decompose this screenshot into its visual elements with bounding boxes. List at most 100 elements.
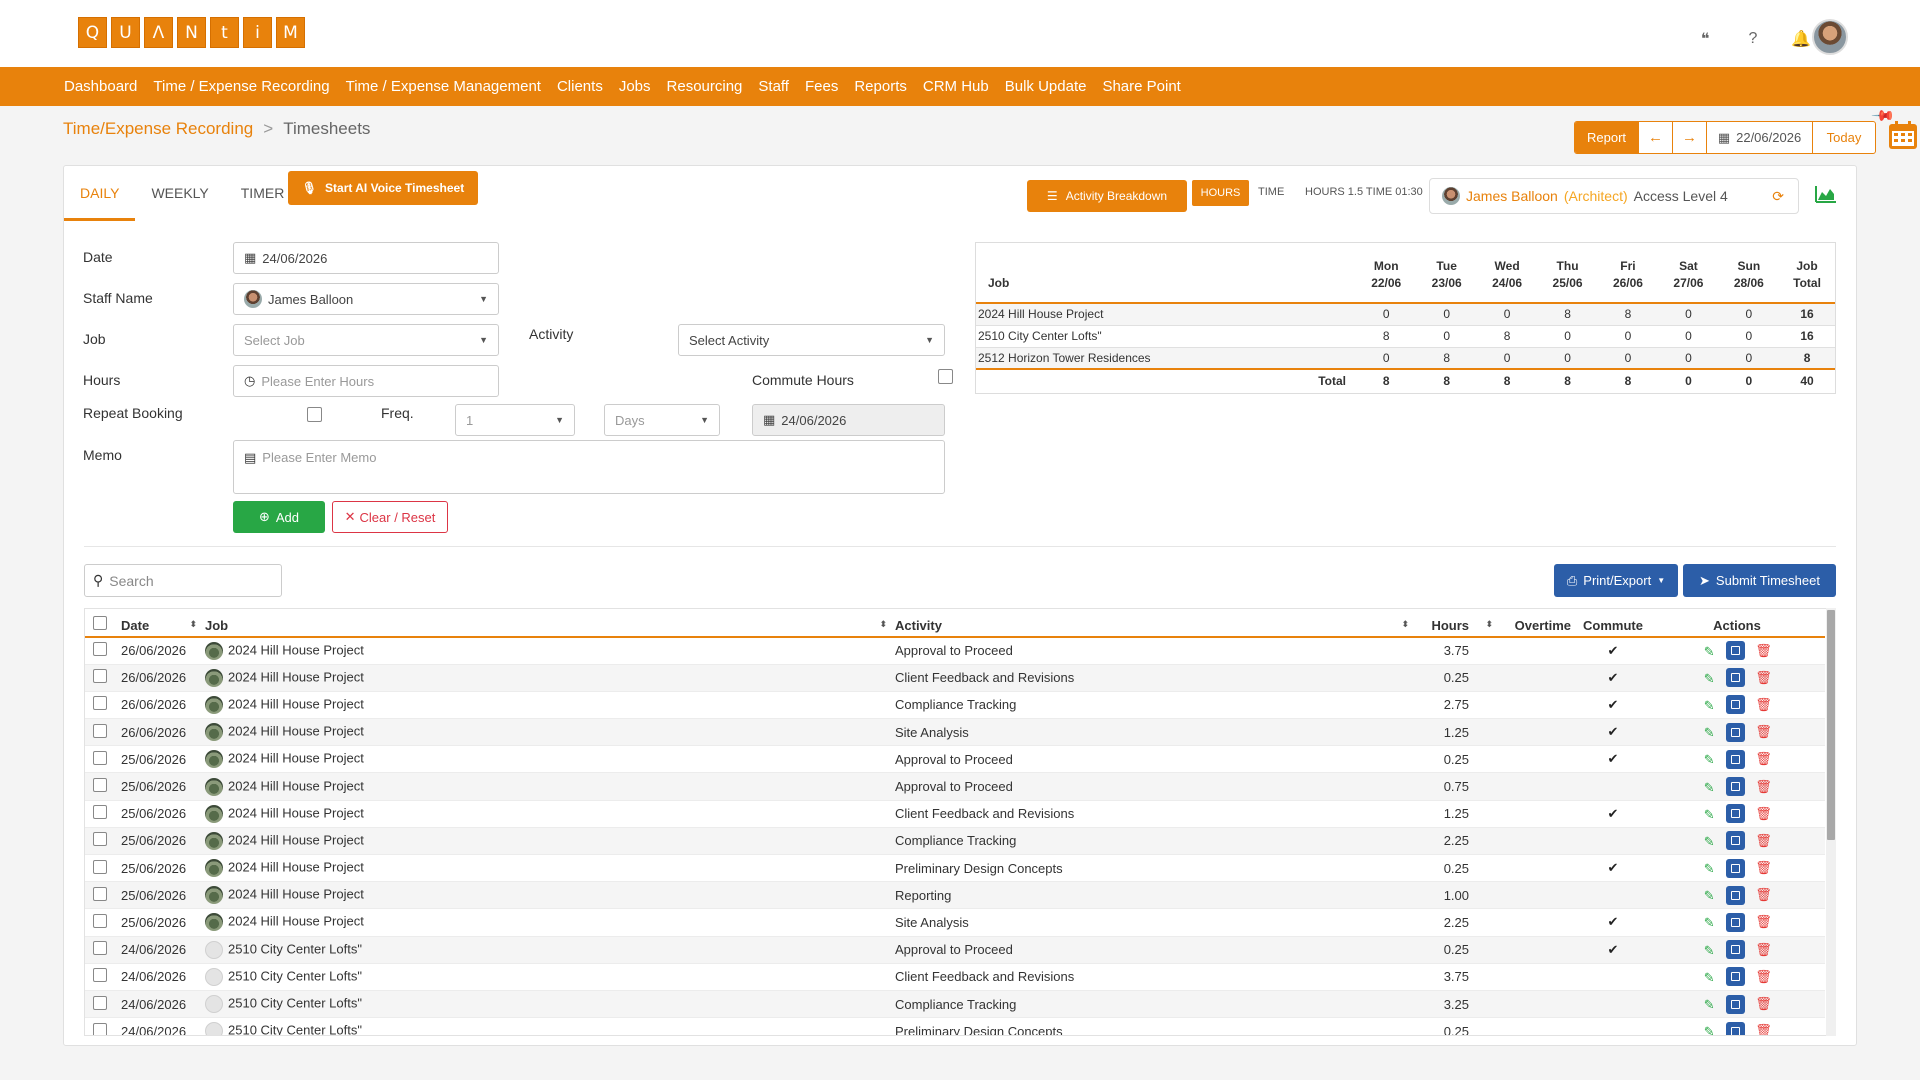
table-row[interactable]: 24/06/2026 2510 City Center Lofts" Complia… [85,990,1825,1019]
nav-item-staff[interactable]: Staff [758,78,789,95]
calendar-shortcut-icon[interactable] [1886,118,1920,152]
row-checkbox[interactable] [93,968,107,983]
delete-icon[interactable]: 🗑 [1755,887,1772,903]
delete-icon[interactable]: 🗑 [1755,860,1772,876]
delete-icon[interactable]: 🗑 [1755,806,1772,822]
date-column-header[interactable]: Date ⬍ [121,609,205,638]
table-row[interactable]: 24/06/2026 2510 City Center Lofts" Client … [85,963,1825,991]
table-row[interactable]: 26/06/2026 2024 Hill House Project Approva… [85,637,1825,665]
delete-icon[interactable]: 🗑 [1755,697,1772,713]
table-row[interactable]: 25/06/2026 2024 Hill House Project Reporti… [85,881,1825,910]
view-details-icon[interactable] [1726,858,1746,878]
edit-icon[interactable]: ✎ [1702,752,1716,767]
hours-toggle[interactable]: HOURS [1192,180,1249,206]
sort-icon[interactable]: ⬍ [1485,619,1493,630]
nav-item-fees[interactable]: Fees [805,78,838,95]
delete-icon[interactable]: 🗑 [1755,969,1772,985]
table-row[interactable]: 25/06/2026 2024 Hill House Project Approva… [85,772,1825,801]
clear-reset-button[interactable]: ✕ Clear / Reset [332,501,448,533]
nav-item-time-expense-recording[interactable]: Time / Expense Recording [153,78,329,95]
row-checkbox[interactable] [93,995,107,1010]
sort-icon[interactable]: ⬍ [1401,619,1409,630]
delete-icon[interactable]: 🗑 [1755,724,1772,740]
freq-unit-select[interactable]: Days ▼ [604,404,720,436]
view-details-icon[interactable] [1726,777,1746,797]
table-row[interactable]: 25/06/2026 2024 Hill House Project Complia… [85,827,1825,856]
delete-icon[interactable]: 🗑 [1755,1023,1772,1035]
table-row[interactable]: 26/06/2026 2024 Hill House Project Client … [85,664,1825,692]
edit-icon[interactable]: ✎ [1702,1024,1716,1035]
search-input[interactable]: ⚲ Search [84,564,282,597]
delete-icon[interactable]: 🗑 [1755,996,1772,1012]
row-checkbox[interactable] [93,696,107,711]
table-row[interactable]: 25/06/2026 2024 Hill House Project Client … [85,800,1825,828]
tab-weekly[interactable]: WEEKLY [135,167,224,221]
next-week-button[interactable]: → [1673,122,1707,153]
activity-select[interactable]: Select Activity ▼ [678,324,945,356]
view-details-icon[interactable] [1726,885,1746,905]
view-details-icon[interactable] [1726,1021,1746,1035]
view-details-icon[interactable] [1726,940,1746,960]
sort-icon[interactable]: ⬍ [879,619,887,630]
edit-icon[interactable]: ✎ [1702,698,1716,713]
table-row[interactable]: 25/06/2026 2024 Hill House Project Prelimi… [85,854,1825,883]
row-checkbox[interactable] [93,913,107,928]
view-details-icon[interactable] [1726,994,1746,1014]
job-select[interactable]: Select Job ▼ [233,324,499,356]
tab-daily[interactable]: DAILY [64,167,136,221]
edit-icon[interactable]: ✎ [1702,671,1716,686]
nav-item-bulk-update[interactable]: Bulk Update [1005,78,1087,95]
select-all-checkbox[interactable] [93,616,107,630]
nav-item-resourcing[interactable]: Resourcing [667,78,743,95]
nav-item-share-point[interactable]: Share Point [1102,78,1180,95]
view-details-icon[interactable] [1726,749,1746,769]
staff-selector[interactable]: James Balloon (Architect) Access Level 4… [1429,178,1799,214]
row-checkbox[interactable] [93,723,107,738]
nav-item-dashboard[interactable]: Dashboard [64,78,137,95]
row-checkbox[interactable] [93,886,107,901]
quantim-logo[interactable]: QUΛNtiM [78,17,305,48]
edit-icon[interactable]: ✎ [1702,834,1716,849]
edit-icon[interactable]: ✎ [1702,915,1716,930]
edit-icon[interactable]: ✎ [1702,970,1716,985]
nav-item-jobs[interactable]: Jobs [619,78,651,95]
memo-textarea[interactable]: ▤ Please Enter Memo [233,440,945,494]
view-details-icon[interactable] [1726,967,1746,987]
edit-icon[interactable]: ✎ [1702,943,1716,958]
nav-item-clients[interactable]: Clients [557,78,603,95]
edit-icon[interactable]: ✎ [1702,807,1716,822]
row-checkbox[interactable] [93,750,107,765]
delete-icon[interactable]: 🗑 [1755,779,1772,795]
bell-icon[interactable]: 🔔 [1791,30,1811,48]
row-checkbox[interactable] [93,805,107,820]
row-checkbox[interactable] [93,1022,107,1035]
report-button[interactable]: Report [1575,122,1639,153]
commute-hours-checkbox[interactable] [938,369,953,384]
view-details-icon[interactable] [1726,804,1746,824]
hours-input[interactable]: ◷ Please Enter Hours [233,365,499,397]
row-checkbox[interactable] [93,778,107,793]
help-icon[interactable]: ? [1744,30,1762,48]
time-toggle[interactable]: TIME [1258,186,1284,198]
staff-name-select[interactable]: James Balloon ▼ [233,283,499,315]
nav-item-time-expense-management[interactable]: Time / Expense Management [346,78,541,95]
edit-icon[interactable]: ✎ [1702,780,1716,795]
delete-icon[interactable]: 🗑 [1755,914,1772,930]
week-date-picker[interactable]: ▦ 22/06/2026 [1707,122,1813,153]
delete-icon[interactable]: 🗑 [1755,751,1772,767]
repeat-until-date[interactable]: ▦ 24/06/2026 [752,404,945,436]
breadcrumb-parent-link[interactable]: Time/Expense Recording [63,119,253,139]
delete-icon[interactable]: 🗑 [1755,670,1772,686]
nav-item-crm-hub[interactable]: CRM Hub [923,78,989,95]
row-checkbox[interactable] [93,941,107,956]
row-checkbox[interactable] [93,669,107,684]
edit-icon[interactable]: ✎ [1702,861,1716,876]
quote-icon[interactable]: ❝ [1696,30,1714,48]
table-row[interactable]: 25/06/2026 2024 Hill House Project Site An… [85,908,1825,937]
view-details-icon[interactable] [1726,831,1746,851]
print-export-button[interactable]: ⎙ Print/Export ▼ [1554,564,1678,597]
edit-icon[interactable]: ✎ [1702,888,1716,903]
activity-column-header[interactable]: Activity ⬍ [895,609,1417,638]
freq-select[interactable]: 1 ▼ [455,404,575,436]
add-button[interactable]: ⊕ Add [233,501,325,533]
